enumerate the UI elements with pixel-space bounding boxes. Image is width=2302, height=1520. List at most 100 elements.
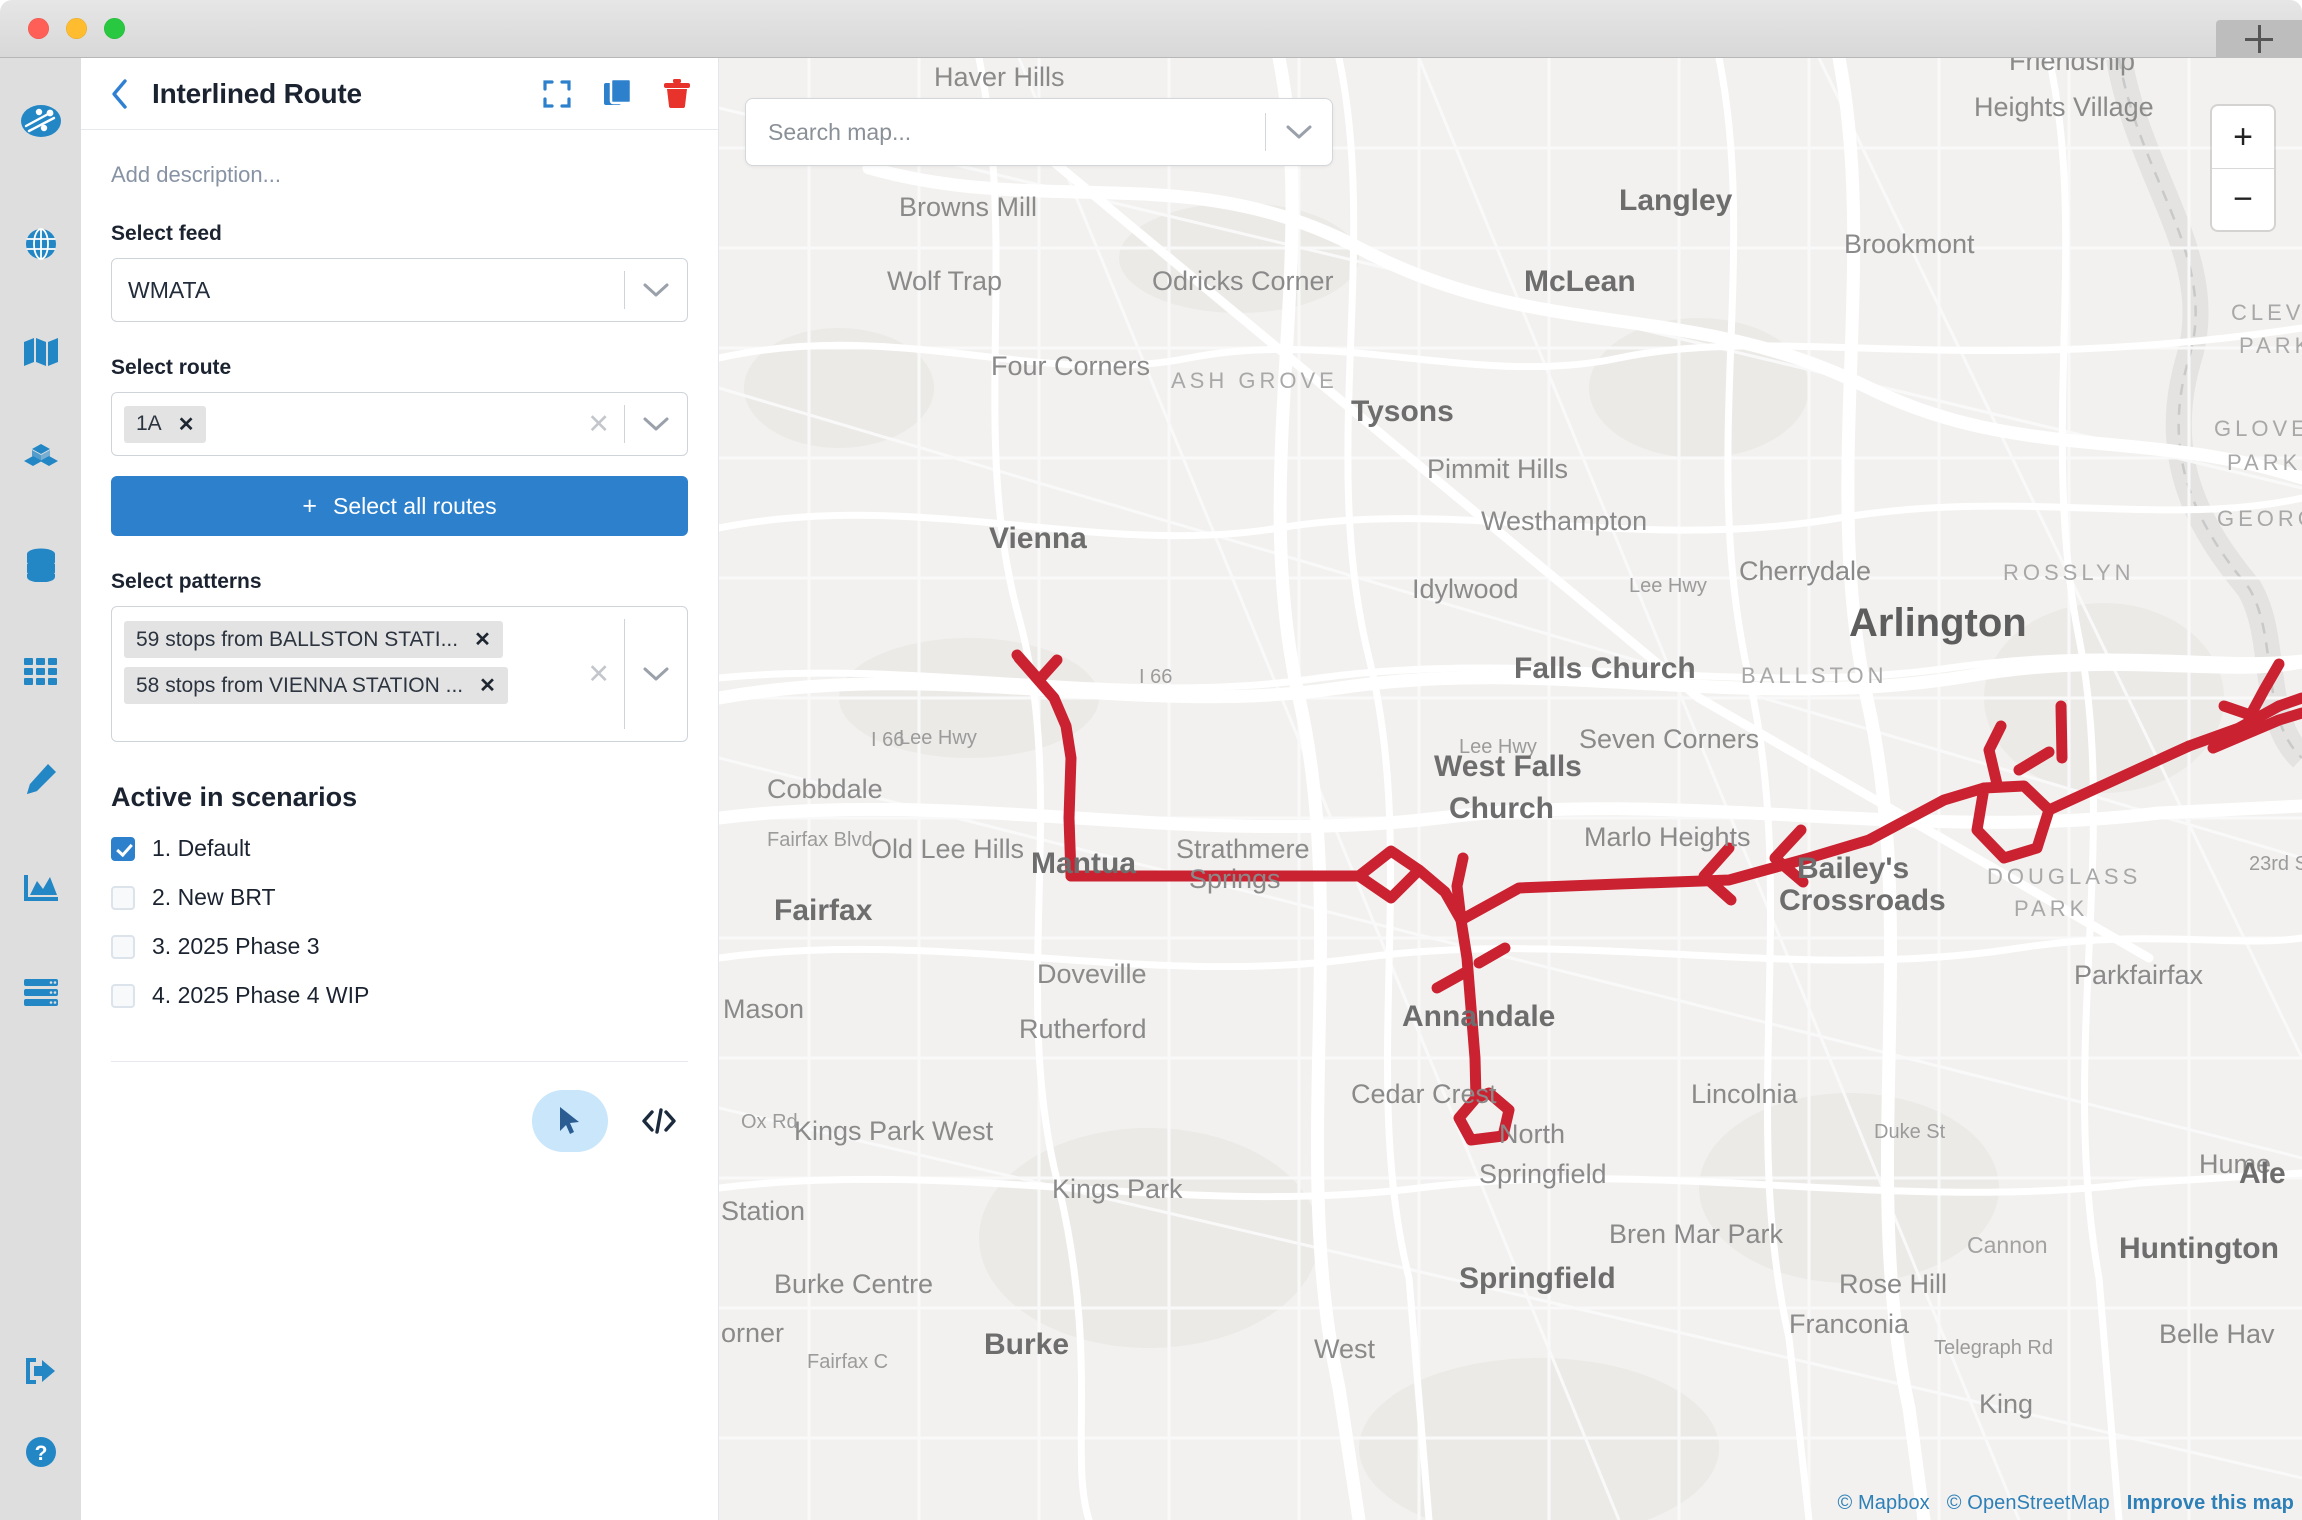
map-search-box[interactable]: Search map... xyxy=(745,98,1333,166)
scenario-row[interactable]: 2. New BRT xyxy=(111,884,688,911)
chevron-down-icon[interactable] xyxy=(1266,99,1332,165)
map-label: Bren Mar Park xyxy=(1609,1219,1784,1249)
map-label: 23rd St xyxy=(2249,853,2302,875)
search-input[interactable]: Search map... xyxy=(746,99,1265,165)
chart-icon[interactable] xyxy=(0,845,81,926)
map-label: Strathmere xyxy=(1176,834,1310,864)
map-label: Brookmont xyxy=(1844,229,1975,259)
mapbox-attribution-link[interactable]: © Mapbox xyxy=(1838,1492,1930,1514)
map-label: Cannon xyxy=(1967,1232,2048,1258)
scenario-label: 1. Default xyxy=(152,835,250,862)
close-window-button[interactable] xyxy=(28,18,49,39)
zoom-out-button[interactable]: − xyxy=(2212,168,2274,230)
remove-tag-icon[interactable]: ✕ xyxy=(479,673,496,698)
map-label: Springfield xyxy=(1459,1262,1616,1295)
traffic-lights xyxy=(28,18,125,39)
select-tool-button[interactable] xyxy=(532,1090,608,1152)
map-label: Church xyxy=(1449,792,1554,825)
back-chevron-icon[interactable] xyxy=(103,77,137,111)
map-label: Ox Rd xyxy=(741,1111,798,1133)
map-label: Doveville xyxy=(1037,959,1147,989)
logout-icon[interactable] xyxy=(0,1330,81,1411)
pattern-tag[interactable]: 58 stops from VIENNA STATION ... ✕ xyxy=(124,667,508,704)
map-label: Bailey's xyxy=(1797,852,1909,885)
help-icon[interactable]: ? xyxy=(0,1411,81,1492)
scenario-checkbox[interactable] xyxy=(111,886,135,910)
page-title: Interlined Route xyxy=(152,78,362,110)
pencil-icon[interactable] xyxy=(0,738,81,819)
minimize-window-button[interactable] xyxy=(66,18,87,39)
expand-icon[interactable] xyxy=(542,79,572,109)
map-label: Fairfax Blvd xyxy=(767,829,873,851)
map-label: Huntington xyxy=(2119,1232,2279,1265)
map-label: Seven Corners xyxy=(1579,724,1759,754)
duplicate-icon[interactable] xyxy=(604,79,632,109)
map-label: GLOVER xyxy=(2214,416,2302,441)
scenario-checkbox[interactable] xyxy=(111,935,135,959)
map-label: Rose Hill xyxy=(1839,1269,1947,1299)
scenario-checkbox[interactable] xyxy=(111,837,135,861)
server-icon[interactable] xyxy=(0,952,81,1033)
clear-patterns-icon[interactable]: ✕ xyxy=(573,659,624,690)
grid-icon[interactable] xyxy=(0,631,81,712)
remove-tag-icon[interactable]: ✕ xyxy=(178,412,195,437)
map-label: CLEVELAND xyxy=(2231,300,2302,325)
database-icon[interactable] xyxy=(0,524,81,605)
map-label: Wolf Trap xyxy=(887,266,1002,296)
zoom-in-button[interactable]: + xyxy=(2212,106,2274,168)
scenario-row[interactable]: 4. 2025 Phase 4 WIP xyxy=(111,982,688,1009)
map-label: Station xyxy=(721,1196,805,1226)
map-label: Lee Hwy xyxy=(1629,575,1707,597)
map-label: Springfield xyxy=(1479,1159,1607,1189)
remove-tag-icon[interactable]: ✕ xyxy=(474,627,491,652)
code-view-tool-button[interactable] xyxy=(630,1092,688,1150)
map-canvas[interactable]: Haver HillsFriendshipHeights VillageBrow… xyxy=(719,58,2302,1520)
map-label: Marlo Heights xyxy=(1584,822,1751,852)
select-route-dropdown[interactable]: 1A ✕ ✕ xyxy=(111,392,688,456)
delete-icon[interactable] xyxy=(664,79,690,109)
map-label: Kings Park xyxy=(1052,1174,1183,1204)
map-label: King xyxy=(1979,1389,2033,1419)
logo-icon[interactable] xyxy=(0,80,81,161)
pattern-tag[interactable]: 59 stops from BALLSTON STATI... ✕ xyxy=(124,621,503,658)
map-label: orner xyxy=(721,1318,784,1348)
map-label: Mantua xyxy=(1031,847,1136,880)
window-titlebar xyxy=(0,0,2302,58)
map-label: Pimmit Hills xyxy=(1427,454,1568,484)
maximize-window-button[interactable] xyxy=(104,18,125,39)
map-label: Four Corners xyxy=(991,351,1150,381)
plus-icon: + xyxy=(302,492,317,521)
chevron-down-icon[interactable] xyxy=(625,665,687,683)
scenario-label: 4. 2025 Phase 4 WIP xyxy=(152,982,369,1009)
scenario-checkbox[interactable] xyxy=(111,984,135,1008)
new-tab-button[interactable] xyxy=(2216,20,2302,58)
select-feed-dropdown[interactable]: WMATA xyxy=(111,258,688,322)
select-route-label: Select route xyxy=(111,356,688,380)
description-input[interactable]: Add description... xyxy=(111,162,688,188)
map-label: Langley xyxy=(1619,184,1733,217)
map-label: Old Lee Hills xyxy=(871,834,1024,864)
scenario-row[interactable]: 1. Default xyxy=(111,835,688,862)
map-label: DOUGLASS xyxy=(1987,864,2141,889)
select-all-routes-button[interactable]: + Select all routes xyxy=(111,476,688,536)
chevron-down-icon[interactable] xyxy=(625,393,687,455)
map-label: Fairfax xyxy=(774,894,873,927)
improve-map-link[interactable]: Improve this map xyxy=(2127,1492,2294,1514)
chevron-down-icon[interactable] xyxy=(625,259,687,321)
map-label: Mason xyxy=(723,994,804,1024)
map-icon[interactable] xyxy=(0,310,81,391)
map-label: Fairfax C xyxy=(807,1351,888,1373)
map-label: Idylwood xyxy=(1412,574,1519,604)
pattern-tag-label: 58 stops from VIENNA STATION ... xyxy=(136,674,463,698)
panel-footer-toolbar xyxy=(111,1061,688,1152)
scenario-row[interactable]: 3. 2025 Phase 3 xyxy=(111,933,688,960)
blocks-icon[interactable] xyxy=(0,417,81,498)
map-label: Falls Church xyxy=(1514,652,1696,685)
route-tag[interactable]: 1A ✕ xyxy=(124,406,206,443)
select-patterns-dropdown[interactable]: 59 stops from BALLSTON STATI... ✕ 58 sto… xyxy=(111,606,688,742)
osm-attribution-link[interactable]: © OpenStreetMap xyxy=(1947,1492,2110,1514)
globe-icon[interactable] xyxy=(0,203,81,284)
panel-header: Interlined Route xyxy=(81,58,718,130)
map-label: Telegraph Rd xyxy=(1934,1337,2053,1359)
clear-route-icon[interactable]: ✕ xyxy=(573,393,624,455)
